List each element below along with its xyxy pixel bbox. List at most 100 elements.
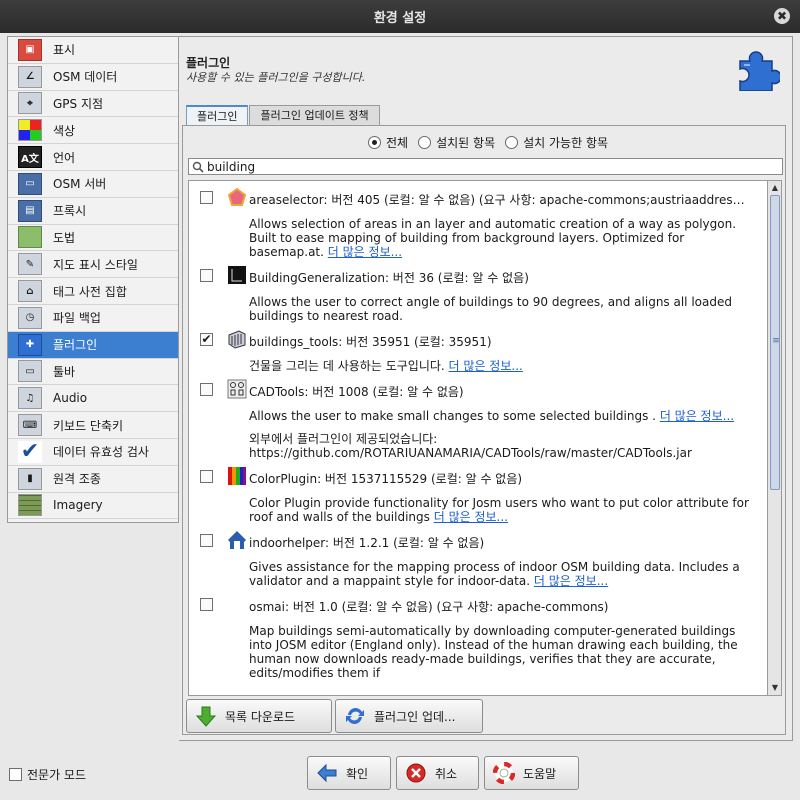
plugin-filter: 전체 설치된 항목 설치 가능한 항목	[368, 134, 608, 151]
tab-plugins[interactable]: 플러그인	[186, 105, 249, 125]
filter-available-radio[interactable]: 설치 가능한 항목	[505, 134, 608, 151]
plugin-entry: CADTools: 버전 1008 (로컬: 알 수 없음) Allows the…	[189, 373, 767, 460]
keyboard-icon: ⌨	[18, 414, 42, 437]
sidebar-item-label: OSM 서버	[53, 177, 107, 192]
plugin-description: Allows selection of areas in an layer an…	[249, 217, 757, 259]
gps-pin-icon: ⌖	[18, 92, 42, 115]
plugin-description: 건물을 그리는 데 사용하는 도구입니다. 더 많은 정보...	[249, 359, 757, 373]
color-icon	[18, 119, 42, 142]
plugin-entry: BuildingGeneralization: 버전 36 (로컬: 알 수 없…	[189, 259, 767, 323]
filter-installed-radio[interactable]: 설치된 항목	[418, 134, 495, 151]
sidebar-item-label: 플러그인	[53, 338, 98, 353]
plugin-checkbox[interactable]: ✔	[200, 333, 213, 346]
radio-selected-icon	[368, 136, 381, 149]
plugin-header: BuildingGeneralization: 버전 36 (로컬: 알 수 없…	[249, 271, 529, 285]
sidebar-item[interactable]: 도법	[8, 225, 178, 252]
search-input[interactable]: building	[207, 160, 255, 174]
tab-content: 전체 설치된 항목 설치 가능한 항목 building areaselecto…	[182, 125, 786, 735]
close-icon[interactable]: ✖	[774, 8, 790, 24]
plugin-header: areaselector: 버전 405 (로컬: 알 수 없음) (요구 사항…	[249, 193, 757, 207]
proxy-icon: ▤	[18, 199, 42, 222]
plugin-entry: ✔ buildings_tools: 버전 35951 (로컬: 35951) 건물…	[189, 323, 767, 373]
more-info-link[interactable]: 더 많은 정보...	[534, 574, 608, 588]
scroll-up-icon[interactable]: ▲	[769, 182, 781, 194]
plugin-checkbox[interactable]	[200, 534, 213, 547]
sidebar-item[interactable]: ▣ 표시	[8, 37, 178, 64]
plugin-search-field[interactable]: building	[188, 158, 783, 175]
sidebar-item[interactable]: Imagery	[8, 493, 178, 520]
radio-icon	[418, 136, 432, 149]
more-info-link[interactable]: 더 많은 정보...	[660, 409, 734, 423]
sidebar-item[interactable]: ▤ 프록시	[8, 198, 178, 225]
plugin-description-text: Allows the user to correct angle of buil…	[249, 295, 732, 323]
sidebar-item[interactable]: ✔ 데이터 유효성 검사	[8, 439, 178, 466]
server-icon: ▭	[18, 172, 42, 195]
scroll-down-icon[interactable]: ▼	[769, 682, 781, 694]
plugin-checkbox[interactable]	[200, 383, 213, 396]
sidebar-item-label: 색상	[53, 123, 76, 138]
buildings-tools-icon	[227, 329, 247, 349]
sidebar-item-label: 키보드 단축키	[53, 418, 124, 433]
building-generalization-icon	[227, 265, 247, 285]
preferences-sidebar: ▣ 표시 ∠ OSM 데이터 ⌖ GPS 지점 색상 A文 언어 ▭ OSM 서버 ▤ 프록시 도법 ✎ 지도…	[7, 36, 179, 523]
plugin-entry: ColorPlugin: 버전 1537115529 (로컬: 알 수 없음) C…	[189, 460, 767, 524]
sidebar-item[interactable]: ⌖ GPS 지점	[8, 91, 178, 118]
sidebar-item[interactable]: ✎ 지도 표시 스타일	[8, 251, 178, 279]
download-list-label: 목록 다운로드	[225, 709, 296, 724]
plugin-entry: areaselector: 버전 405 (로컬: 알 수 없음) (요구 사항…	[189, 181, 767, 259]
sidebar-item-label: 파일 백업	[53, 311, 101, 326]
sidebar-item[interactable]: ◷ 파일 백업	[8, 305, 178, 332]
sidebar-item[interactable]: ⌂ 태그 사전 집합	[8, 278, 178, 305]
update-plugins-button[interactable]: 플러그인 업데...	[335, 699, 483, 733]
filter-all-radio[interactable]: 전체	[368, 134, 408, 151]
plugin-description: Color Plugin provide functionality for J…	[249, 496, 757, 524]
plugin-description-text: Allows the user to make small changes to…	[249, 409, 656, 423]
sidebar-item-label: 지도 표시 스타일	[53, 257, 138, 272]
sidebar-item[interactable]: 색상	[8, 117, 178, 145]
plugin-description-text: 건물을 그리는 데 사용하는 도구입니다.	[249, 359, 445, 373]
sidebar-item-label: Audio	[53, 391, 88, 406]
plugin-description: Allows the user to make small changes to…	[249, 409, 757, 423]
download-arrow-icon	[195, 706, 217, 727]
toolbar-icon: ▭	[18, 360, 42, 383]
more-info-link[interactable]: 더 많은 정보...	[328, 245, 402, 259]
sidebar-item[interactable]: A文 언어	[8, 144, 178, 171]
sidebar-item[interactable]: ♫ Audio	[8, 385, 178, 413]
filter-all-label: 전체	[386, 136, 409, 150]
tab-update-policy[interactable]: 플러그인 업데이트 정책	[249, 105, 380, 125]
sidebar-item-label: 태그 사전 집합	[53, 284, 127, 299]
plugin-description: Gives assistance for the mapping process…	[249, 560, 757, 588]
plugin-checkbox[interactable]	[200, 191, 213, 204]
sidebar-item[interactable]: ▮ 원격 조종	[8, 466, 178, 493]
lifebuoy-help-icon	[493, 762, 515, 784]
more-info-link[interactable]: 더 많은 정보...	[449, 359, 523, 373]
sidebar-item[interactable]: ∠ OSM 데이터	[8, 64, 178, 91]
cancel-button[interactable]: 취소	[396, 756, 479, 790]
download-list-button[interactable]: 목록 다운로드	[186, 699, 332, 733]
checkbox-icon	[9, 768, 22, 781]
scrollbar-thumb[interactable]	[770, 195, 781, 490]
sidebar-item[interactable]: ▭ OSM 서버	[8, 171, 178, 198]
window-title: 환경 설정	[373, 11, 427, 26]
sidebar-item-label: Imagery	[53, 498, 103, 513]
sidebar-item[interactable]: ✚ 플러그인	[8, 331, 178, 359]
sidebar-item-label: 도법	[53, 230, 76, 245]
plugin-entry: indoorhelper: 버전 1.2.1 (로컬: 알 수 없음) Gives…	[189, 524, 767, 588]
more-info-link[interactable]: 더 많은 정보...	[434, 510, 508, 524]
plugin-checkbox[interactable]	[200, 470, 213, 483]
ok-button[interactable]: 확인	[307, 756, 391, 790]
expert-mode-checkbox[interactable]: 전문가 모드	[9, 766, 86, 783]
plugin-list: areaselector: 버전 405 (로컬: 알 수 없음) (요구 사항…	[188, 180, 768, 696]
projection-map-icon	[18, 226, 42, 249]
panel-subtitle: 사용할 수 있는 플러그인을 구성합니다.	[186, 71, 366, 84]
sidebar-item[interactable]: ▭ 툴바	[8, 359, 178, 386]
plugin-list-scrollbar[interactable]: ▲ ▼	[768, 180, 782, 696]
cancel-label: 취소	[435, 766, 458, 781]
plugin-checkbox[interactable]	[200, 598, 213, 611]
expert-mode-label: 전문가 모드	[27, 768, 87, 782]
backup-clock-icon: ◷	[18, 306, 42, 329]
help-button[interactable]: 도움말	[484, 756, 579, 790]
plugin-checkbox[interactable]	[200, 269, 213, 282]
areaselector-icon	[227, 187, 247, 207]
sidebar-item[interactable]: ⌨ 키보드 단축키	[8, 412, 178, 439]
